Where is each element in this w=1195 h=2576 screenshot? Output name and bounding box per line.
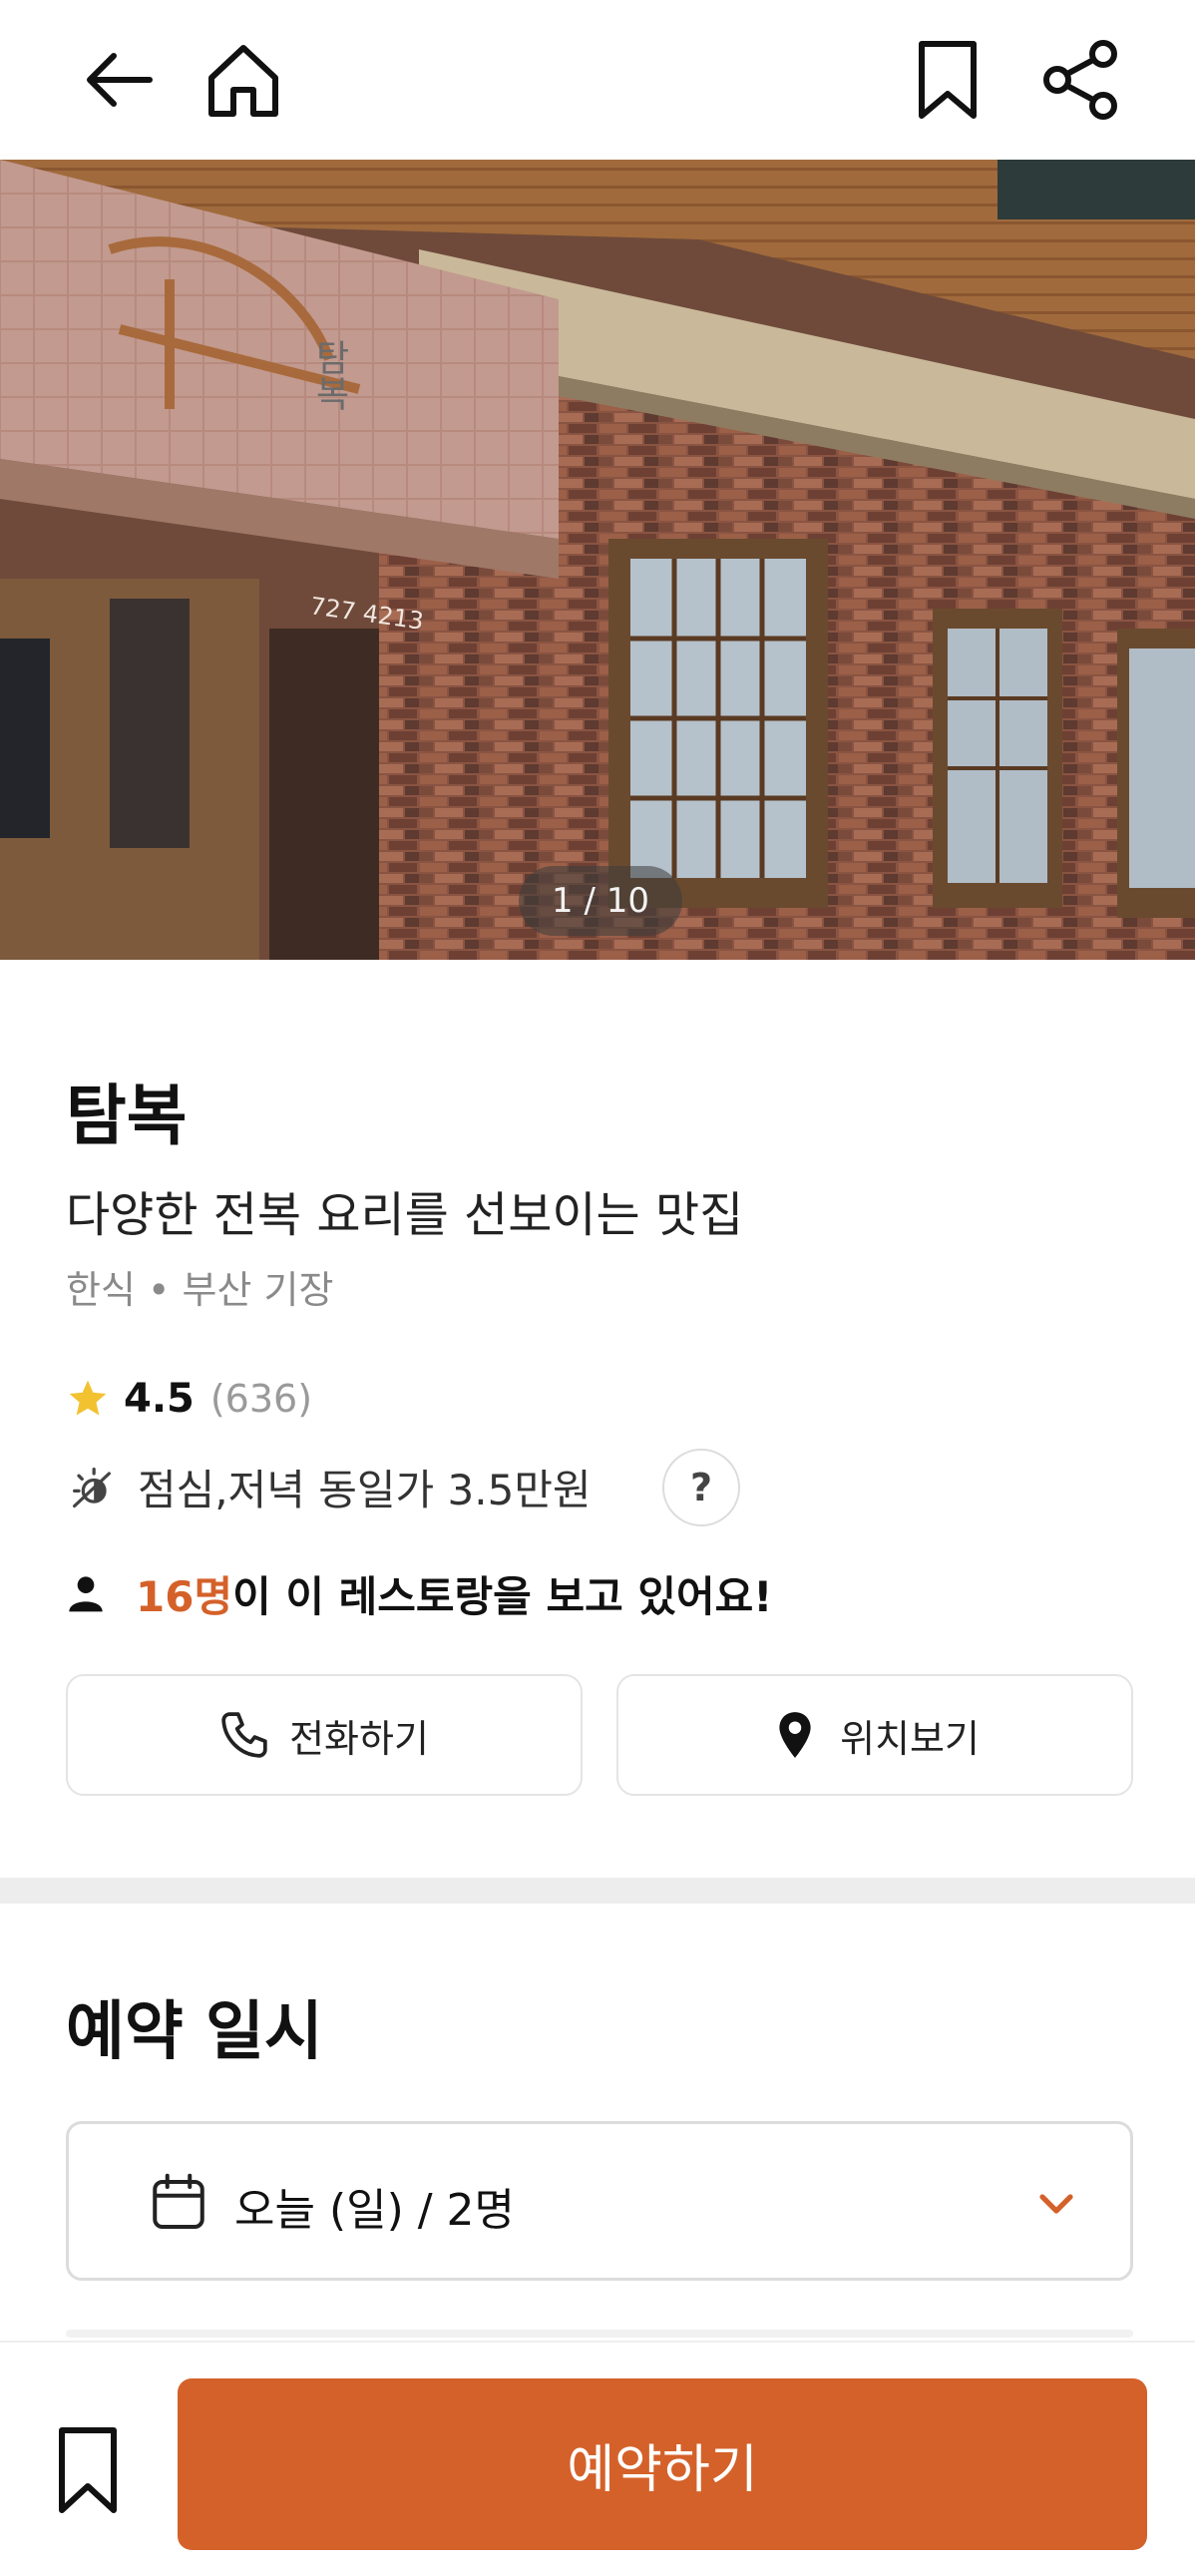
sun-moon-icon (73, 1468, 111, 1508)
review-count: (636) (209, 1377, 313, 1421)
viewers-notice: 16명 이 이 레스토랑을 보고 있어요! (66, 1563, 772, 1623)
star-icon (69, 1380, 107, 1416)
restaurant-description: 다양한 전복 요리를 선보이는 맛집 (66, 1187, 744, 1243)
reserve-button[interactable]: 예약하기 (178, 2378, 1147, 2550)
restaurant-name: 탐복 (66, 1077, 188, 1154)
viewers-count: 16명 (136, 1571, 233, 1621)
home-icon (208, 45, 278, 117)
location-label: 위치보기 (840, 1716, 980, 1761)
bookmark-icon[interactable] (48, 2422, 128, 2518)
restaurant-photo-carousel[interactable]: 727 4213 탐복 1 / 10 (0, 160, 1195, 960)
phone-icon (221, 1712, 267, 1758)
sign-restaurant-name: 탐복 (309, 339, 350, 411)
home-button[interactable] (194, 30, 293, 130)
bookmark-icon (919, 41, 977, 119)
content-peek (66, 2330, 1133, 2338)
location-button[interactable]: 위치보기 (616, 1674, 1133, 1796)
date-party-selector[interactable]: 오늘 (일) / 2명 (66, 2121, 1133, 2281)
viewers-text: 이 이 레스토랑을 보고 있어요! (232, 1571, 773, 1621)
rating-score: 4.5 (124, 1376, 195, 1422)
map-pin-icon (779, 1712, 811, 1758)
call-button[interactable]: 전화하기 (66, 1674, 583, 1796)
person-icon (69, 1576, 103, 1612)
rating-row[interactable]: 4.5 (636) (66, 1369, 312, 1429)
call-label: 전화하기 (289, 1716, 429, 1761)
price-help-button[interactable]: ? (662, 1449, 740, 1526)
price-row: 점심,저녁 동일가 3.5만원 (66, 1449, 592, 1524)
restaurant-category: 한식 • 부산 기장 (66, 1268, 334, 1312)
calendar-icon (153, 2173, 204, 2229)
photo-counter: 1 / 10 (519, 866, 682, 936)
date-party-value: 오늘 (일) / 2명 (234, 2185, 516, 2236)
price-info: 점심,저녁 동일가 3.5만원 (138, 1465, 592, 1514)
bookmark-button[interactable] (898, 30, 997, 130)
section-divider (0, 1878, 1195, 1904)
reservation-section-title: 예약 일시 (66, 1995, 323, 2069)
bottom-action-bar: 예약하기 (0, 2341, 1195, 2576)
arrow-left-icon (87, 53, 153, 107)
chevron-down-icon (1039, 2194, 1073, 2214)
share-icon (1043, 40, 1117, 120)
share-button[interactable] (1031, 30, 1131, 130)
restaurant-photo: 727 4213 탐복 (0, 160, 1195, 960)
top-app-bar (0, 0, 1195, 160)
back-button[interactable] (68, 30, 168, 130)
